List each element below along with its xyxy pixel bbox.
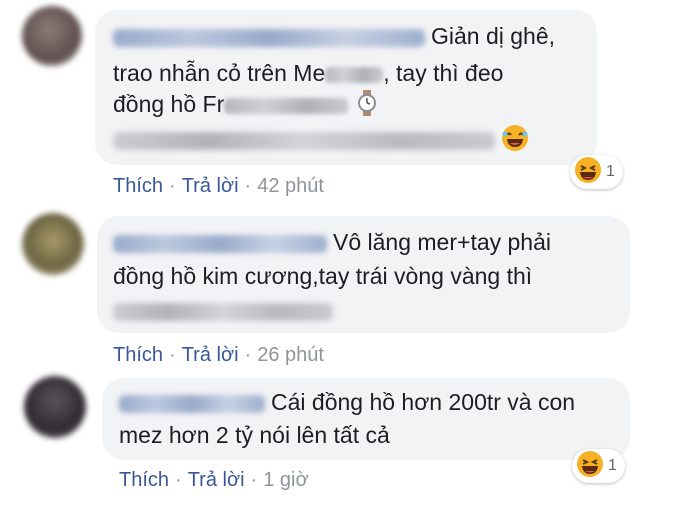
comment-text: đồng hồ Fr [113,91,225,118]
haha-emoji-icon [574,156,602,189]
comment-actions: Thích · Trả lời · 42 phút [113,174,324,198]
timestamp[interactable]: 26 phút [257,344,324,366]
reply-link[interactable]: Trả lời [182,344,239,366]
laughing-emoji-icon [501,124,529,158]
comment-line: mez hơn 2 tỷ nói lên tất cả [119,421,390,449]
separator-dot: · [244,175,252,197]
separator-dot: · [250,469,258,491]
separator-dot: · [175,469,182,491]
comment-line: Vô lăng mer+tay phải [113,228,551,256]
reply-link[interactable]: Trả lời [182,175,239,197]
comment-actions: Thích · Trả lời · 26 phút [113,343,324,367]
commenter-avatar[interactable] [22,6,82,66]
comment-actions: Thích · Trả lời · 1 giờ [119,468,309,492]
reaction-count: 1 [608,457,617,474]
commenter-avatar[interactable] [24,376,86,438]
haha-emoji-icon [576,450,604,483]
reply-link[interactable]: Trả lời [188,469,245,491]
comment-text: Vô lăng mer+tay phải [333,229,551,255]
redacted-text [113,132,495,150]
commenter-avatar[interactable] [22,213,84,275]
comment-text: mez hơn 2 tỷ nói lên tất cả [119,422,390,448]
like-link[interactable]: Thích [113,344,163,366]
like-link[interactable]: Thích [113,175,163,197]
reaction-count: 1 [606,163,615,180]
commenter-name[interactable] [113,28,425,47]
commenter-name[interactable] [119,394,265,413]
timestamp[interactable]: 42 phút [257,175,324,197]
comment-text: trao nhẫn cỏ trên Me [113,60,326,86]
separator-dot: · [244,344,252,366]
timestamp[interactable]: 1 giờ [263,469,308,491]
reaction-summary[interactable]: 1 [570,155,623,189]
comment-line: trao nhẫn cỏ trên Me , tay thì đeo [113,59,503,87]
watch-emoji-icon [357,90,377,122]
separator-dot: · [169,344,176,366]
comment-line: đồng hồ kim cương,tay trái vòng vàng thì [113,262,532,290]
separator-dot: · [169,175,176,197]
comment-line [113,296,333,324]
comment-line: Giản dị ghê, [113,22,555,50]
comment-text: Giản dị ghê, [431,23,556,49]
comment-text: , tay thì đeo [383,60,504,86]
comment-line: Cái đồng hồ hơn 200tr và con [119,388,575,416]
comment-text: đồng hồ kim cương,tay trái vòng vàng thì [113,263,533,289]
commenter-name[interactable] [113,234,327,253]
redacted-text [325,66,384,83]
comment-text: Cái đồng hồ hơn 200tr và con [271,389,576,415]
comment-line: đồng hồ Fr [113,90,377,122]
like-link[interactable]: Thích [119,469,169,491]
redacted-text [113,302,333,321]
reaction-summary[interactable]: 1 [572,449,625,483]
redacted-text [224,98,349,114]
comment-line [113,124,529,158]
